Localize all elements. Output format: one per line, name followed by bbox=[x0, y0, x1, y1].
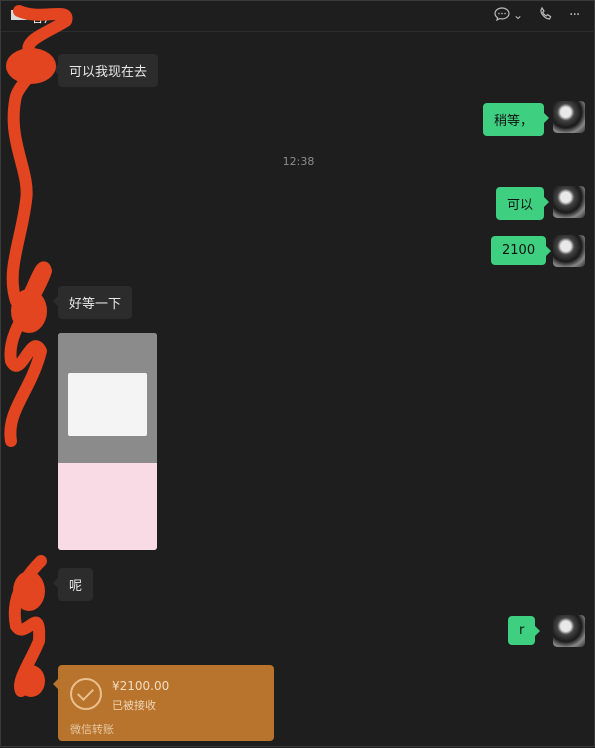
self-avatar[interactable] bbox=[553, 101, 585, 133]
transfer-footer: 微信转账 bbox=[70, 723, 114, 736]
timestamp: 12:38 bbox=[282, 155, 315, 168]
contact-name-redacted bbox=[11, 10, 27, 20]
chat-title: 客户 bbox=[31, 11, 58, 26]
incoming-message[interactable]: 可以我现在去 bbox=[52, 54, 159, 87]
image-message[interactable] bbox=[58, 333, 157, 550]
image-dialog bbox=[68, 373, 147, 436]
outgoing-message[interactable]: 2100 bbox=[491, 236, 552, 265]
self-avatar[interactable] bbox=[553, 235, 585, 267]
transfer-card[interactable]: ¥2100.00 已被接收 微信转账 bbox=[53, 665, 274, 741]
self-avatar[interactable] bbox=[553, 615, 585, 647]
outgoing-message[interactable]: 稍等， bbox=[483, 103, 550, 136]
transfer-amount: ¥2100.00 bbox=[112, 679, 170, 693]
outgoing-message[interactable]: 可以 bbox=[496, 187, 550, 220]
image-keyboard bbox=[58, 463, 157, 550]
phone-icon[interactable] bbox=[538, 6, 554, 27]
more-icon[interactable]: ··· bbox=[569, 6, 580, 24]
outgoing-message[interactable]: r bbox=[508, 616, 541, 645]
check-circle-icon bbox=[70, 678, 102, 710]
chevron-down-icon[interactable]: ⌄ bbox=[513, 6, 523, 24]
incoming-message[interactable]: 好等一下 bbox=[52, 286, 133, 319]
chat-icon[interactable] bbox=[494, 6, 510, 27]
self-avatar[interactable] bbox=[553, 186, 585, 218]
incoming-message[interactable]: 呢 bbox=[52, 568, 94, 601]
chat-header: 客户 ⌄ ··· bbox=[1, 1, 595, 32]
chat-window: 客户 ⌄ ··· 可以我现在去 稍等， 12:38 可以 2100 好等一下 呢… bbox=[0, 0, 595, 747]
transfer-status: 已被接收 bbox=[112, 699, 156, 712]
